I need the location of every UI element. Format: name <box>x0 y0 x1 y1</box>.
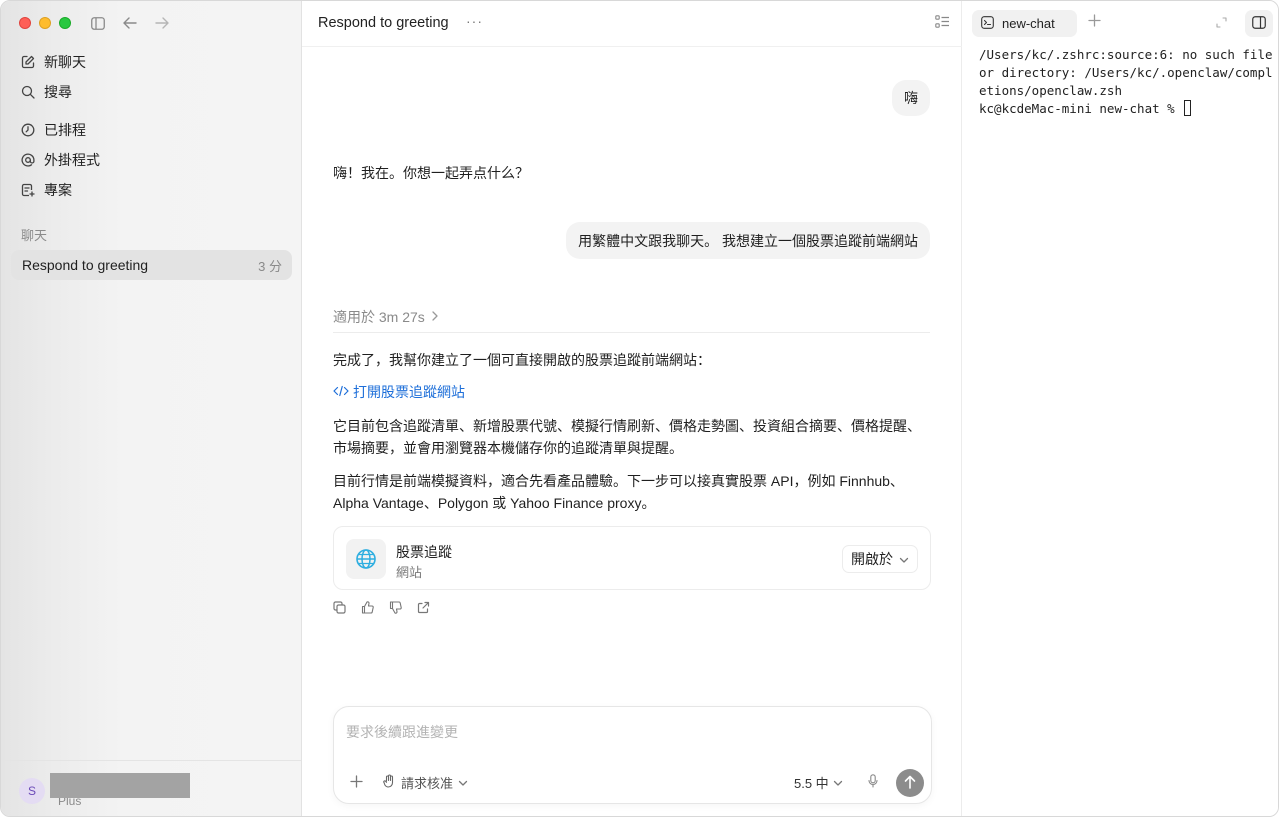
close-window-button[interactable] <box>19 17 31 29</box>
card-subtitle: 網站 <box>396 565 423 580</box>
share-icon[interactable] <box>415 599 431 615</box>
chevron-down-icon <box>833 775 843 790</box>
code-icon <box>333 384 349 400</box>
user-message: 用繁體中文跟我聊天。 我想建立一個股票追蹤前端網站 <box>566 222 930 259</box>
worked-duration-toggle[interactable]: 適用於 3m 27s <box>333 307 930 333</box>
sidebar-toolbar <box>89 14 171 32</box>
page-title: Respond to greeting <box>318 15 449 31</box>
approval-mode-dropdown[interactable]: 請求核准 <box>383 773 468 792</box>
chat-header: Respond to greeting ··· <box>302 1 962 47</box>
assistant-message-intro: 完成了，我幫你建立了一個可直接開啟的股票追蹤前端網站： <box>333 352 711 368</box>
sidebar: 新聊天 搜尋 已排程 外掛程式 專案 聊天 Respond to greetin… <box>1 1 302 816</box>
sidebar-item-label: 專案 <box>44 182 72 198</box>
message-composer[interactable]: 要求後續跟進變更 請求核准 5.5 中 <box>333 706 932 804</box>
project-icon <box>20 182 36 198</box>
assistant-paragraph: 它目前包含追蹤清單、新增股票代號、模擬行情刷新、價格走勢圖、投資組合摘要、價格提… <box>333 418 921 456</box>
arrow-up-icon <box>904 775 916 792</box>
sidebar-item-projects[interactable]: 專案 <box>11 175 292 205</box>
sidebar-nav: 新聊天 搜尋 已排程 外掛程式 專案 <box>11 47 292 205</box>
edit-icon <box>20 54 36 70</box>
globe-icon <box>346 539 386 579</box>
account-footer[interactable]: S Plus <box>1 760 301 816</box>
user-message: 嗨 <box>892 80 930 116</box>
at-icon <box>20 152 36 168</box>
assistant-message: 嗨！我在。你想一起弄点什么？ <box>333 165 529 181</box>
chat-main: Respond to greeting ··· 嗨 嗨！我在。你想一起弄点什么？… <box>302 1 962 816</box>
website-artifact-card[interactable]: 股票追蹤 網站 開啟於 <box>333 526 931 590</box>
sidebar-chat-item[interactable]: Respond to greeting 3 分 <box>11 250 292 280</box>
card-title: 股票追蹤 <box>396 544 452 560</box>
plus-icon[interactable] <box>348 773 364 789</box>
terminal-tab-label: new-chat <box>1002 16 1055 31</box>
thumbs-down-icon[interactable] <box>387 599 403 615</box>
toggle-sidebar-icon[interactable] <box>89 14 107 32</box>
avatar[interactable]: S <box>19 778 45 804</box>
copy-icon[interactable] <box>331 599 347 615</box>
message-actions <box>331 599 431 615</box>
terminal-cursor <box>1184 100 1192 116</box>
chats-section-label: 聊天 <box>21 228 48 243</box>
terminal-output: /Users/kc/.zshrc:source:6: no such file … <box>979 47 1273 98</box>
chat-item-title: Respond to greeting <box>22 257 149 273</box>
toggle-panel-button[interactable] <box>1245 10 1273 37</box>
app-window: 新聊天 搜尋 已排程 外掛程式 專案 聊天 Respond to greetin… <box>0 0 1279 817</box>
terminal-tab[interactable]: new-chat <box>972 10 1077 37</box>
sidebar-item-label: 新聊天 <box>44 54 86 70</box>
minimize-window-button[interactable] <box>39 17 51 29</box>
open-in-dropdown[interactable]: 開啟於 <box>842 545 918 573</box>
new-tab-plus-icon[interactable] <box>1088 14 1101 30</box>
sidebar-item-search[interactable]: 搜尋 <box>11 77 292 107</box>
model-label: 5.5 中 <box>794 776 829 791</box>
assistant-paragraph: 目前行情是前端模擬資料，適合先看產品體驗。下一步可以接真實股票 API，例如 F… <box>333 473 904 511</box>
microphone-icon[interactable] <box>865 773 881 789</box>
chat-item-time: 3 分 <box>258 258 282 274</box>
model-selector[interactable]: 5.5 中 <box>794 773 843 792</box>
forward-arrow-icon[interactable] <box>153 14 171 32</box>
sidebar-item-plugins[interactable]: 外掛程式 <box>11 145 292 175</box>
hand-icon <box>383 774 396 791</box>
expand-icon[interactable] <box>1216 15 1227 31</box>
zoom-window-button[interactable] <box>59 17 71 29</box>
terminal-prompt: kc@kcdeMac-mini new-chat % <box>979 101 1183 116</box>
composer-input[interactable]: 要求後續跟進變更 <box>346 722 458 742</box>
send-button[interactable] <box>896 769 924 797</box>
open-site-link-label: 打開股票追蹤網站 <box>353 384 465 400</box>
checklist-icon[interactable] <box>935 15 950 31</box>
redacted-username <box>50 773 190 798</box>
sidebar-item-label: 已排程 <box>44 122 86 138</box>
sidebar-item-label: 外掛程式 <box>44 152 100 168</box>
search-icon <box>20 84 36 100</box>
panel-icon <box>1252 15 1266 32</box>
worked-duration-label: 適用於 3m 27s <box>333 309 425 325</box>
terminal-output-area[interactable]: /Users/kc/.zshrc:source:6: no such file … <box>979 46 1274 118</box>
clock-icon <box>20 122 36 138</box>
terminal-panel: new-chat /Users/kc/.zshrc:source:6: no s… <box>963 1 1278 816</box>
sidebar-item-new-chat[interactable]: 新聊天 <box>11 47 292 77</box>
window-controls <box>19 17 71 29</box>
thumbs-up-icon[interactable] <box>359 599 375 615</box>
chevron-down-icon <box>899 551 909 567</box>
more-options-icon[interactable]: ··· <box>466 13 483 29</box>
sidebar-item-scheduled[interactable]: 已排程 <box>11 115 292 145</box>
chevron-right-icon <box>431 309 439 325</box>
open-in-label: 開啟於 <box>851 551 893 567</box>
sidebar-item-label: 搜尋 <box>44 84 72 100</box>
open-site-link[interactable]: 打開股票追蹤網站 <box>333 382 465 402</box>
terminal-icon <box>981 15 994 32</box>
chevron-down-icon <box>458 775 468 790</box>
approval-mode-label: 請求核准 <box>401 776 454 791</box>
back-arrow-icon[interactable] <box>121 14 139 32</box>
